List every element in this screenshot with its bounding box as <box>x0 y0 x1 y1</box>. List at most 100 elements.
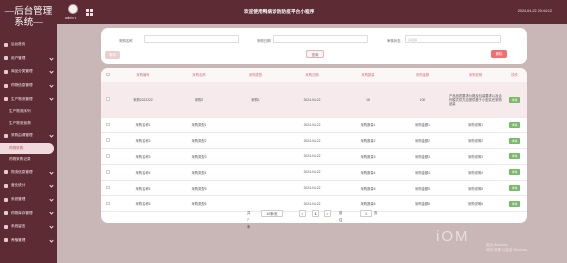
table-header: 采购编号 采购名称 采购类型 采购日期 采购数量 采购金额 采购说明 操作 <box>101 68 527 83</box>
page-1-button[interactable]: 1 <box>312 210 319 217</box>
table-row[interactable]: 采购2222222 采购2 采购1 2024-04-22 18 100 产品品质要求价格及包… <box>101 82 527 118</box>
row-checkbox[interactable] <box>101 148 115 165</box>
sidebar-item[interactable]: 养殖管理 <box>0 234 57 248</box>
menu-icon <box>4 56 8 61</box>
chevron-down-icon <box>49 197 54 202</box>
table-cell: 采购金额4 <box>396 164 449 181</box>
table-panel: 采购编号 采购名称 采购类型 采购日期 采购数量 采购金额 采购说明 操作 采购2222222… <box>101 68 527 223</box>
row-checkbox[interactable] <box>101 180 115 197</box>
table-cell: 采购数量4 <box>340 164 396 181</box>
table-row[interactable]: 采购名称2 采购类型2 2024-04-22 采购数量2 采购金额2 采购说明2 详情 <box>101 132 527 150</box>
table-cell: 采购说明1 <box>449 117 502 134</box>
table-row[interactable]: 采购名称5 采购类型5 2024-04-22 采购数量5 采购金额5 采购说明5 详情 <box>101 180 527 197</box>
goto-label: 前往 <box>339 211 343 222</box>
sidebar-item-label: 系统留言 <box>11 224 26 229</box>
table-row[interactable]: 采购名称1 采购类型1 2024-04-22 采购数量1 采购金额1 采购说明1 详情 <box>101 117 527 134</box>
table-cell: 2024-04-22 <box>284 117 340 134</box>
sidebar-item[interactable]: 后台首页 <box>0 38 57 52</box>
chevron-down-icon <box>49 133 54 138</box>
detail-button[interactable]: 详情 <box>509 200 520 207</box>
table-cell <box>227 132 284 150</box>
table-cell: 采购1 <box>227 82 284 118</box>
table-cell: 采购2 <box>171 82 227 118</box>
status-select[interactable]: 请选择 <box>405 35 501 43</box>
table-cell: 采购数量3 <box>340 148 396 165</box>
name-input[interactable] <box>144 35 239 43</box>
activate-windows-watermark: 激活 Windows 转到"设置"以激活 Windows。 <box>486 243 530 252</box>
sidebar-item[interactable]: 药物库存管理 <box>0 206 57 220</box>
chevron-down-icon <box>49 83 54 88</box>
table-cell: 采购数量1 <box>340 117 396 134</box>
topbar: admin ▾ 欢迎使用鸭病诊防防疫平台小程序 2024-04-22 20:44… <box>57 0 567 24</box>
sidebar-item[interactable]: 商品分类管理 <box>0 65 57 79</box>
sidebar-item[interactable]: 药物采购记录 <box>0 154 57 166</box>
select-all-checkbox[interactable] <box>101 68 115 83</box>
sidebar-item[interactable]: 药物采购 <box>0 142 54 155</box>
sidebar-item-label: 系统管理 <box>11 197 26 202</box>
sidebar-item[interactable]: 营业统计 <box>0 179 57 193</box>
detail-button[interactable]: 详情 <box>509 121 520 128</box>
sidebar-item[interactable]: 物流信息管理 <box>0 166 57 180</box>
table-cell: 2024-04-22 <box>284 82 340 118</box>
row-checkbox[interactable] <box>101 195 115 213</box>
menu-icon <box>4 42 8 47</box>
sidebar-item[interactable]: 生产物流追溯 <box>0 117 57 129</box>
chevron-down-icon <box>49 224 54 229</box>
table-cell: 采购名称5 <box>115 180 171 197</box>
menu-grid-icon[interactable] <box>86 9 93 16</box>
date-label: 采购日期 <box>257 39 271 43</box>
table-cell: 2024-04-22 <box>284 164 340 181</box>
status-label: 审核状态 <box>387 39 401 43</box>
watermark-line2: 转到"设置"以激活 Windows。 <box>486 247 531 252</box>
sidebar-item[interactable]: 系统留言 <box>0 220 57 234</box>
table-cell: 采购类型4 <box>171 164 227 181</box>
avatar[interactable] <box>68 4 78 14</box>
page-size-select[interactable]: 10条/页 <box>261 210 283 217</box>
search-panel: 采购名称 采购日期 审核状态 请选择 查询 新增 删除 <box>101 28 527 64</box>
table-cell: 采购金额1 <box>396 117 449 134</box>
detail-button[interactable]: 详情 <box>509 169 520 176</box>
menu-icon <box>4 238 8 243</box>
sidebar-item[interactable]: 用户管理 <box>0 52 57 66</box>
delete-button[interactable]: 删除 <box>491 50 507 58</box>
prev-page-button[interactable]: < <box>299 210 306 217</box>
table-cell: 采购金额6 <box>396 195 449 213</box>
action-cell: 详情 <box>502 195 527 213</box>
table-cell: 采购类型2 <box>171 132 227 150</box>
detail-button[interactable]: 详情 <box>509 153 520 160</box>
detail-button[interactable]: 详情 <box>509 137 520 144</box>
table-cell: 采购名称2 <box>115 132 171 150</box>
sidebar-item[interactable]: 采购由请管理 <box>0 129 57 143</box>
chevron-down-icon <box>49 237 54 243</box>
column-header: 采购类型 <box>227 68 284 83</box>
table-row[interactable]: 采购名称3 采购类型3 2024-04-22 采购数量3 采购金额3 采购说明3 详情 <box>101 148 527 165</box>
sidebar-item-label: 物流信息管理 <box>11 169 33 174</box>
table-cell: 100 <box>396 82 449 118</box>
sidebar-item[interactable]: 生产物流序列 <box>0 106 57 118</box>
next-page-button[interactable]: > <box>324 210 331 217</box>
date-input[interactable] <box>273 35 368 43</box>
table-cell: 采购说明6 <box>449 195 502 213</box>
sidebar-item[interactable]: 系统管理 <box>0 193 57 207</box>
column-header: 操作 <box>502 68 527 83</box>
sidebar: —后台管理 系统— 后台首页 用户管理 商品分类管理 药物信息管理 生产物流管理 生产物流… <box>0 0 57 263</box>
detail-button[interactable]: 详情 <box>509 185 520 192</box>
add-button[interactable]: 新增 <box>105 51 120 59</box>
menu-icon <box>4 83 8 88</box>
table-cell: 采购名称6 <box>115 195 171 213</box>
sidebar-item[interactable]: 药物信息管理 <box>0 79 57 93</box>
row-checkbox[interactable] <box>101 117 115 134</box>
table-row[interactable]: 采购名称4 采购类型4 2024-04-22 采购数量4 采购金额4 采购说明4 详情 <box>101 164 527 181</box>
detail-button[interactable]: 详情 <box>509 96 520 103</box>
column-header: 采购日期 <box>284 68 340 83</box>
row-checkbox[interactable] <box>101 132 115 150</box>
search-button[interactable]: 查询 <box>306 50 324 58</box>
sidebar-item-label: 药物采购记录 <box>9 157 31 162</box>
username-dropdown[interactable]: admin ▾ <box>65 16 76 20</box>
sidebar-item[interactable]: 生产物流管理 <box>0 92 57 106</box>
row-checkbox[interactable] <box>101 82 115 118</box>
goto-input[interactable]: 1 <box>360 210 372 217</box>
table-cell <box>227 148 284 165</box>
row-checkbox[interactable] <box>101 164 115 181</box>
name-label: 采购名称 <box>119 39 133 43</box>
